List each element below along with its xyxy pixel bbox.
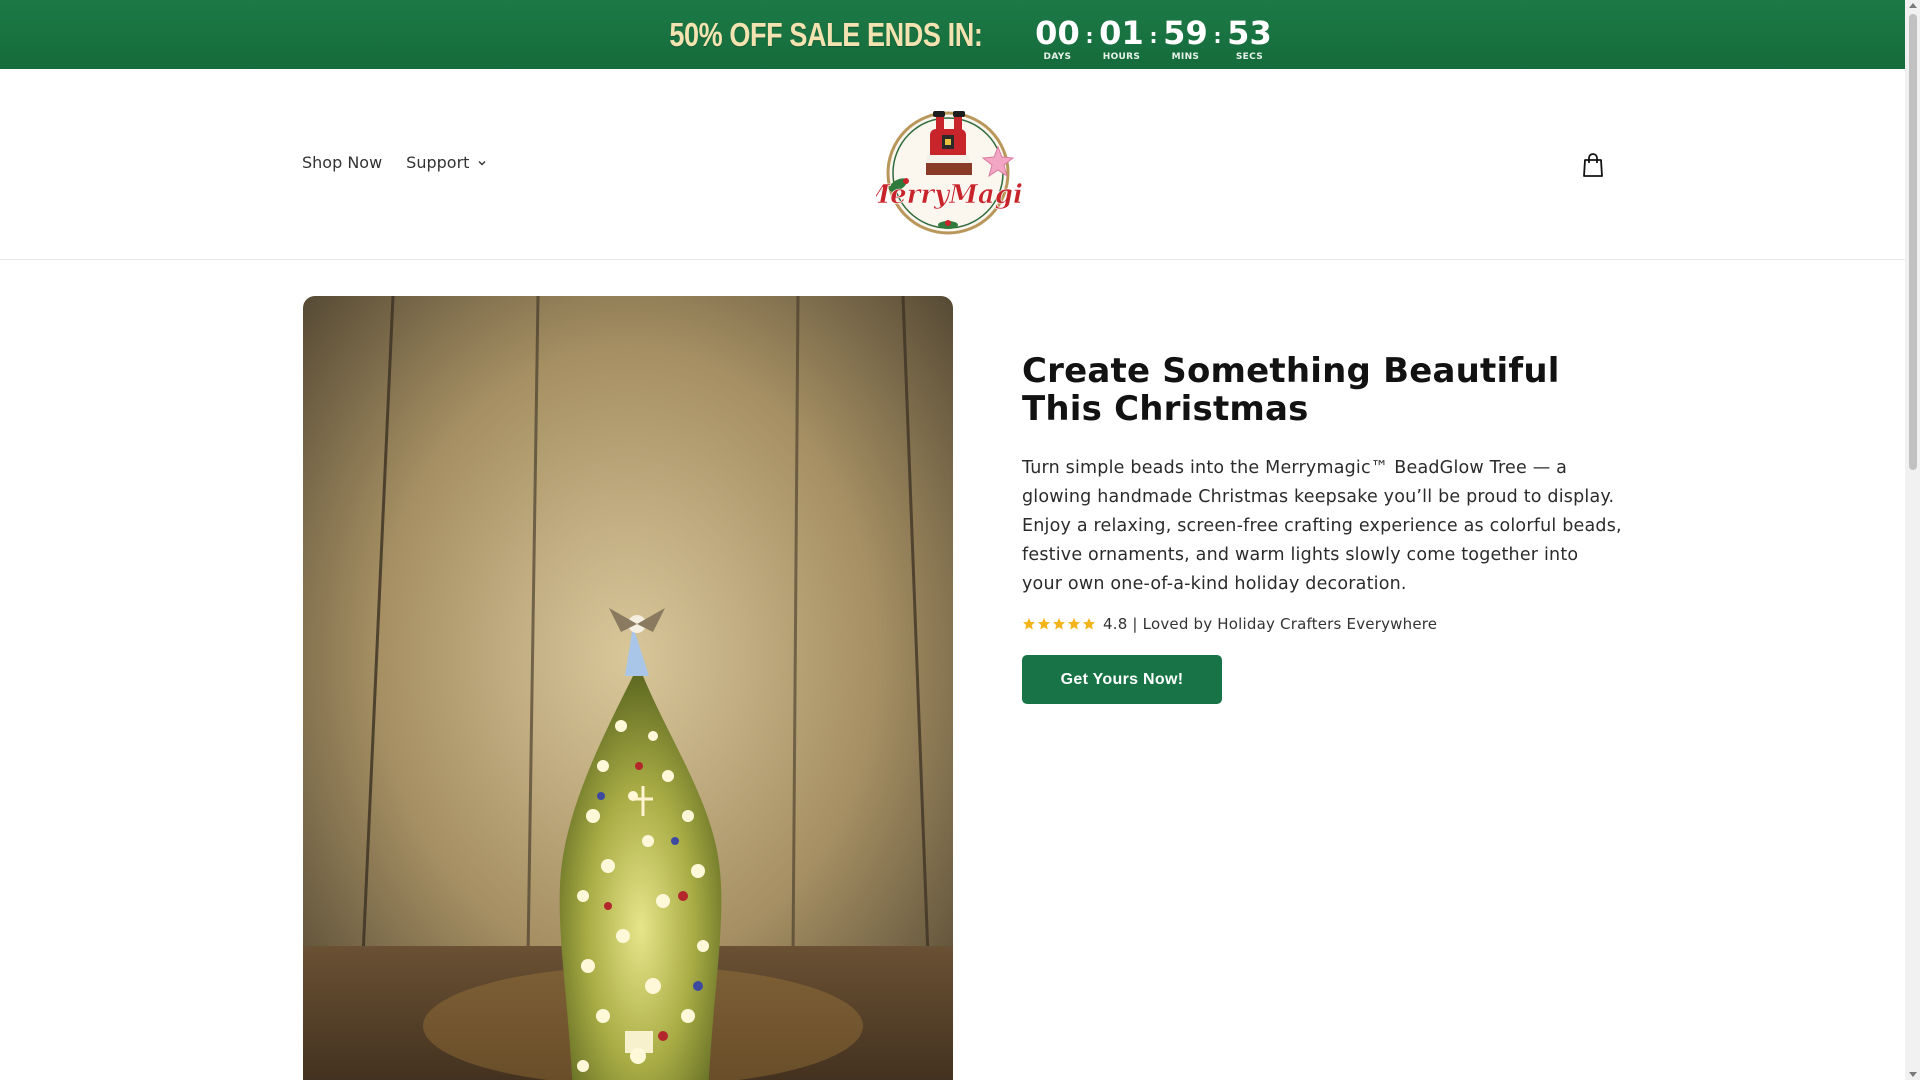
shopping-bag-icon[interactable] bbox=[1580, 152, 1606, 178]
star-icon bbox=[1038, 618, 1050, 630]
countdown-secs-value: 53 bbox=[1227, 13, 1272, 52]
nav-support-label: Support bbox=[406, 153, 470, 172]
rating-text: 4.8 | Loved by Holiday Crafters Everywhe… bbox=[1103, 615, 1438, 633]
star-icon bbox=[1023, 618, 1035, 630]
chevron-down-icon bbox=[478, 160, 486, 165]
countdown-days-value: 00 bbox=[1035, 13, 1080, 52]
hero-content: Create Something Beautiful This Christma… bbox=[1022, 352, 1622, 704]
scroll-up-arrow-icon[interactable] bbox=[1909, 3, 1917, 8]
countdown-secs-label: SECS bbox=[1235, 51, 1263, 62]
beadglow-tree-image bbox=[303, 296, 953, 1080]
star-icon bbox=[1083, 618, 1095, 630]
star-rating bbox=[1022, 617, 1097, 631]
countdown-mins: 59 MINS bbox=[1163, 13, 1208, 62]
product-hero-image[interactable] bbox=[303, 296, 953, 1080]
countdown-hours-value: 01 bbox=[1099, 13, 1144, 52]
main-nav: Shop Now Support bbox=[302, 153, 511, 172]
promo-text: 50% OFF SALE ENDS IN: bbox=[668, 15, 983, 53]
countdown-hours-label: HOURS bbox=[1102, 51, 1141, 62]
promo-bar: 50% OFF SALE ENDS IN: 00 DAYS : 01 HOURS… bbox=[0, 0, 1905, 69]
countdown-timer: 00 DAYS : 01 HOURS : 59 MINS : 53 SECS bbox=[1035, 13, 1272, 62]
countdown-hours: 01 HOURS bbox=[1099, 13, 1144, 62]
countdown-separator: : bbox=[1213, 23, 1222, 48]
scroll-down-arrow-icon[interactable] bbox=[1909, 1072, 1917, 1077]
countdown-separator: : bbox=[1085, 23, 1094, 48]
countdown-separator: : bbox=[1149, 23, 1158, 48]
product-description: Turn simple beads into the Merrymagic™ B… bbox=[1022, 458, 1622, 594]
page-title: Create Something Beautiful This Christma… bbox=[1022, 351, 1560, 429]
get-yours-now-button[interactable]: Get Yours Now! bbox=[1022, 655, 1222, 704]
scrollbar-thumb[interactable] bbox=[1909, 14, 1917, 470]
countdown-mins-label: MINS bbox=[1171, 51, 1200, 62]
rating-row: 4.8 | Loved by Holiday Crafters Everywhe… bbox=[1022, 615, 1622, 633]
page-scrollbar[interactable] bbox=[1905, 0, 1920, 1080]
star-icon bbox=[1053, 618, 1065, 630]
countdown-mins-value: 59 bbox=[1163, 13, 1208, 52]
nav-shop-now-label: Shop Now bbox=[302, 153, 383, 172]
countdown-secs: 53 SECS bbox=[1227, 13, 1272, 62]
star-icon bbox=[1068, 618, 1080, 630]
nav-support-dropdown[interactable]: Support bbox=[406, 153, 487, 172]
logo-text: MerryMagic bbox=[876, 180, 1024, 210]
nav-shop-now[interactable]: Shop Now bbox=[302, 153, 382, 172]
site-header: Shop Now Support MerryMagic bbox=[0, 69, 1905, 260]
merrymagic-logo[interactable]: MerryMagic bbox=[876, 99, 1024, 239]
countdown-days-label: DAYS bbox=[1043, 51, 1072, 62]
countdown-days: 00 DAYS bbox=[1035, 13, 1080, 62]
